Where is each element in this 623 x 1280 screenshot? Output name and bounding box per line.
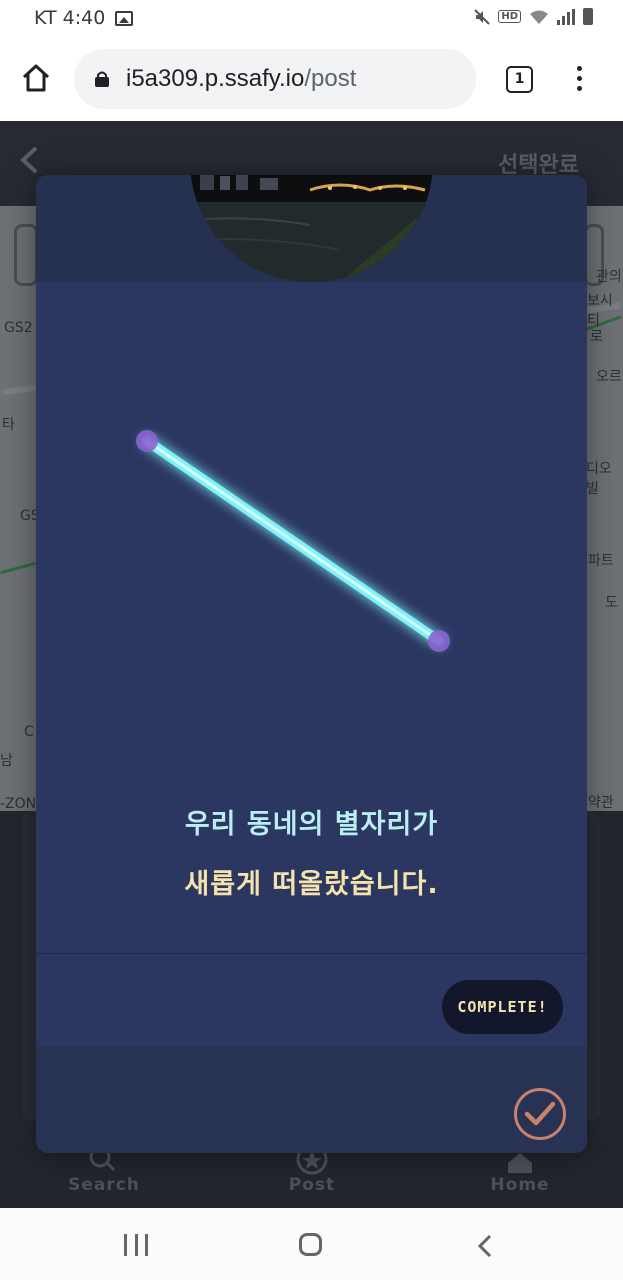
nav-search-label: Search <box>68 1175 140 1195</box>
image-icon <box>115 10 134 26</box>
map-label: 도 <box>605 595 618 611</box>
status-bar: KT 4:40 HD <box>0 0 623 40</box>
map-label: 파트 <box>588 553 614 569</box>
address-bar[interactable]: i5a309.p.ssafy.io/post <box>74 49 476 109</box>
star-point[interactable] <box>136 430 158 452</box>
modal-body: 우리 동네의 별자리가 새롭게 떠올랐습니다. <box>36 282 587 1046</box>
map-label: 보시티 <box>587 293 613 329</box>
recent-apps-icon[interactable] <box>124 1234 148 1256</box>
map-label: GS2 <box>4 320 33 336</box>
nav-post-label: Post <box>288 1175 336 1195</box>
wifi-icon <box>530 10 548 24</box>
battery-icon <box>583 8 593 25</box>
night-river-photo <box>190 175 433 282</box>
android-nav-bar <box>0 1208 623 1280</box>
browser-toolbar: i5a309.p.ssafy.io/post 1 <box>0 40 623 121</box>
map-label: 디오빌 <box>586 461 612 497</box>
map-label: 관의 <box>596 269 622 285</box>
constellation-canvas <box>136 430 450 652</box>
map-label: 로 <box>590 329 603 345</box>
nav-home-label: Home <box>490 1175 550 1195</box>
nav-search[interactable]: Search <box>34 1149 174 1195</box>
modal-lower <box>36 1046 587 1153</box>
map-label: -ZON <box>0 796 37 811</box>
map-label: 약관 <box>588 795 614 811</box>
modal-header <box>36 175 587 282</box>
complete-button[interactable]: COMPLETE! <box>442 980 563 1034</box>
map-label: 남 <box>0 753 13 769</box>
url-path: /post <box>304 65 357 92</box>
carrier-time: KT 4:40 <box>34 7 106 29</box>
home-icon[interactable] <box>20 62 52 94</box>
status-left: KT 4:40 <box>34 7 134 29</box>
signal-icon <box>557 8 575 25</box>
url-host: i5a309.p.ssafy.io <box>126 65 305 92</box>
map-label: 오르 <box>596 369 622 385</box>
menu-dots-icon[interactable] <box>574 66 584 94</box>
check-icon[interactable] <box>514 1088 566 1140</box>
mute-icon <box>474 8 491 25</box>
back-icon[interactable] <box>476 1234 494 1258</box>
success-message-line1: 우리 동네의 별자리가 <box>184 809 439 840</box>
status-right: HD <box>474 8 593 25</box>
home-button-icon[interactable] <box>299 1233 322 1256</box>
star-point[interactable] <box>428 630 450 652</box>
tab-switcher-button[interactable]: 1 <box>506 66 533 93</box>
map-label: C <box>24 724 34 740</box>
hd-icon: HD <box>498 10 521 23</box>
constellation-modal: 우리 동네의 별자리가 새롭게 떠올랐습니다. COMPLETE! <box>36 175 587 1153</box>
success-message-line2: 새롭게 떠올랐습니다. <box>184 869 439 900</box>
url-text: i5a309.p.ssafy.io/post <box>126 65 356 93</box>
nav-home[interactable]: Home <box>450 1149 590 1195</box>
nav-post[interactable]: Post <box>242 1149 382 1195</box>
chevron-left-icon[interactable] <box>16 145 42 175</box>
lock-icon <box>95 71 109 87</box>
map-label: 타 <box>2 417 15 433</box>
